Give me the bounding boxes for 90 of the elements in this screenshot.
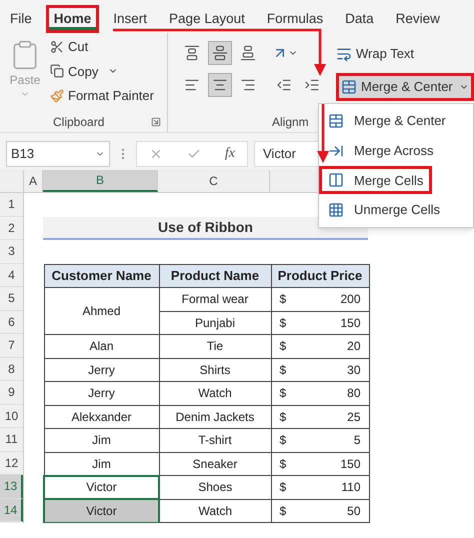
- price-value: 150: [340, 456, 360, 473]
- merge-icon: [341, 79, 357, 95]
- menu-item[interactable]: Merge & Center: [319, 106, 455, 135]
- table-icon: [328, 112, 344, 129]
- row-header[interactable]: 1: [0, 193, 23, 216]
- table-cell[interactable]: Victor: [44, 476, 159, 499]
- scissors-icon: [50, 40, 64, 54]
- currency-symbol: $: [280, 338, 286, 356]
- align-center-icon[interactable]: [208, 73, 232, 97]
- format-painter-button[interactable]: Format Painter: [50, 86, 154, 106]
- column-heading: Customer Name: [44, 264, 159, 288]
- column-heading: Product Name: [159, 264, 271, 288]
- table-cell[interactable]: Alan: [44, 334, 159, 358]
- price-value: 200: [340, 291, 360, 308]
- row-header[interactable]: 7: [0, 334, 23, 358]
- table-cell: Tie: [159, 334, 271, 358]
- table-cell: Shoes: [159, 476, 271, 499]
- annotation-arrow: [317, 104, 329, 163]
- row-header[interactable]: 9: [0, 381, 23, 404]
- copy-icon: [50, 64, 64, 78]
- merge-center-button[interactable]: Merge & Center: [336, 73, 474, 101]
- row-header[interactable]: 6: [0, 310, 23, 334]
- price-value: 50: [347, 502, 360, 520]
- currency-symbol: $: [280, 432, 286, 450]
- wrap-text-button[interactable]: Wrap Text: [336, 41, 474, 67]
- table-cell: Watch: [159, 499, 271, 522]
- currency-symbol: $: [280, 362, 286, 379]
- table-cell[interactable]: Jerry: [44, 358, 159, 382]
- cut-button[interactable]: Cut: [50, 37, 154, 56]
- ribbon-tab[interactable]: File: [2, 5, 40, 33]
- row-header[interactable]: 10: [0, 404, 23, 428]
- paintbrush-icon: [50, 88, 64, 103]
- ribbon-tab[interactable]: Insert: [105, 5, 156, 33]
- price-value: 20: [347, 338, 360, 356]
- table-cell[interactable]: Jerry: [44, 382, 159, 405]
- arrow-to-line-icon: [328, 142, 344, 159]
- price-value: 110: [341, 479, 360, 496]
- row-header[interactable]: 14: [0, 498, 23, 522]
- table-cell: Denim Jackets: [159, 405, 271, 428]
- currency-symbol: $: [280, 502, 286, 520]
- row-header[interactable]: 8: [0, 358, 23, 381]
- ribbon-tab[interactable]: Home: [46, 5, 100, 33]
- ribbon-tab[interactable]: Page Layout: [161, 5, 253, 33]
- insert-function-button[interactable]: fx: [224, 143, 235, 164]
- ribbon-tab[interactable]: Review: [388, 5, 448, 33]
- table-cell[interactable]: Jim: [44, 452, 159, 476]
- row-header[interactable]: 5: [0, 287, 23, 310]
- group-label: Alignm: [272, 114, 309, 131]
- table-cell: Sneaker: [159, 452, 271, 476]
- currency-symbol: $: [280, 456, 286, 473]
- table-cell: Watch: [159, 382, 271, 405]
- table-cell[interactable]: Jim: [44, 428, 159, 452]
- grid-icon: [328, 202, 344, 218]
- row-header[interactable]: 2: [0, 216, 23, 240]
- column-heading: Product Price: [271, 264, 369, 288]
- currency-symbol: $: [280, 291, 286, 308]
- copy-button[interactable]: Copy: [50, 62, 154, 81]
- price-value: 80: [347, 385, 360, 402]
- ribbon-tab[interactable]: Formulas: [258, 5, 332, 33]
- table-cell: Formal wear: [159, 288, 271, 311]
- row-header[interactable]: 4: [0, 264, 23, 287]
- price-value: 30: [347, 362, 360, 379]
- row-header[interactable]: 3: [0, 240, 23, 264]
- price-value: 5: [354, 432, 360, 450]
- table-cell[interactable]: Ahmed: [44, 288, 159, 334]
- table-cell: Shirts: [159, 358, 271, 382]
- column-header[interactable]: C: [158, 170, 270, 192]
- align-middle-icon[interactable]: [208, 41, 232, 65]
- currency-symbol: $: [280, 314, 286, 332]
- menu-item[interactable]: Merge Cells: [319, 166, 432, 194]
- group-label: Clipboard: [53, 114, 104, 131]
- columns-icon: [328, 172, 344, 188]
- currency-symbol: $: [280, 408, 286, 426]
- wrap-text-icon: [336, 46, 352, 62]
- table-cell[interactable]: Alekxander: [44, 405, 159, 428]
- table-cell: T-shirt: [159, 428, 271, 452]
- price-value: 150: [340, 314, 360, 332]
- title-banner: Use of Ribbon: [43, 216, 368, 240]
- currency-symbol: $: [280, 385, 286, 402]
- price-value: 25: [347, 408, 360, 426]
- dialog-launcher-icon[interactable]: [151, 117, 161, 127]
- table-cell: Punjabi: [159, 311, 271, 334]
- ribbon-tab[interactable]: Data: [337, 5, 382, 33]
- name-box[interactable]: B13: [6, 140, 110, 166]
- column-header[interactable]: B: [43, 170, 158, 192]
- currency-symbol: $: [280, 479, 286, 496]
- menu-item[interactable]: Merge Across: [319, 136, 442, 165]
- row-header[interactable]: 13: [0, 475, 23, 498]
- row-header[interactable]: 11: [0, 428, 23, 452]
- table-cell[interactable]: Victor: [44, 499, 159, 522]
